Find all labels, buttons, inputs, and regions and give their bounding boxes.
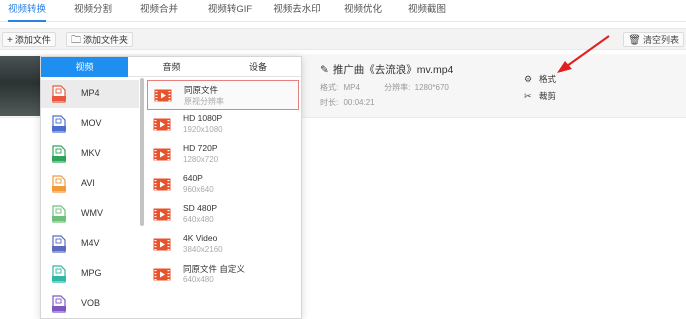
arrow-head	[557, 61, 572, 73]
format-item-label: MPG	[81, 268, 102, 278]
format-item-mkv[interactable]: MKV	[41, 140, 139, 168]
preset-name: 4K Video	[183, 233, 218, 243]
tab-video-split[interactable]: 视频分割	[70, 0, 116, 22]
preset-resolution: 1280x720	[183, 155, 219, 164]
format-item-mov[interactable]: MOV	[41, 110, 139, 138]
file-duration-info: 时长: 00:04:21	[320, 97, 375, 108]
file-name-text: 推广曲《去流浪》mv.mp4	[332, 64, 454, 76]
format-item-mp4[interactable]: MP4	[41, 80, 139, 108]
video-film-icon	[153, 208, 171, 221]
video-film-icon	[153, 178, 171, 191]
video-film-icon	[154, 89, 172, 102]
format-list: MP4 MOV MKV AVI WMV M4V MPG VOB	[41, 78, 141, 319]
preset-list: 同原文件原视分辨率 HD 1080P 1920x1080 HD 720P 1280x72…	[147, 78, 303, 319]
preset-name: HD 1080P	[183, 113, 223, 123]
tab-video-merge[interactable]: 视频合并	[136, 0, 182, 22]
add-file-button[interactable]: + 添加文件	[2, 32, 56, 47]
file-name[interactable]: ✎ 推广曲《去流浪》mv.mp4	[320, 62, 453, 77]
format-item-label: MKV	[81, 148, 101, 158]
file-format-icon	[52, 205, 66, 223]
top-tab-bar: 视频转换 视频分割 视频合并 视频转GIF 视频去水印 视频优化 视频截图	[0, 0, 686, 22]
add-file-label: 添加文件	[14, 35, 51, 45]
preset-name: 同原文件	[184, 85, 219, 95]
preset-resolution: 640x480	[183, 215, 214, 224]
duration-label: 时长:	[320, 98, 339, 107]
preset-item[interactable]: HD 720P 1280x720	[147, 140, 299, 170]
arrow-shaft	[566, 35, 610, 67]
video-film-icon	[153, 118, 171, 131]
preset-name: SD 480P	[183, 203, 218, 213]
trash-icon: 🗑	[628, 35, 641, 46]
preset-item[interactable]: 4K Video 3840x2160	[147, 230, 299, 260]
file-format-icon	[52, 295, 66, 313]
format-list-scrollbar[interactable]	[140, 78, 144, 226]
clear-list-button[interactable]: 🗑 清空列表	[623, 32, 684, 47]
file-format-icon	[52, 145, 66, 163]
preset-resolution: 960x640	[183, 185, 214, 194]
gear-icon: ⚙	[524, 74, 533, 84]
preset-item[interactable]: HD 1080P 1920x1080	[147, 110, 299, 140]
duration-value: 00:04:21	[343, 98, 375, 107]
format-item-vob[interactable]: VOB	[41, 290, 139, 318]
preset-name: 同原文件 自定义	[183, 264, 245, 274]
tab-video-screenshot[interactable]: 视频截图	[404, 0, 450, 22]
panel-tab-audio[interactable]: 音频	[128, 57, 215, 77]
tab-video-to-gif[interactable]: 视频转GIF	[202, 0, 258, 22]
resolution-label: 分辨率:	[384, 83, 411, 92]
format-dropdown-panel: 视频 音频 设备 MP4 MOV MKV AVI WMV M4V MPG VOB 同原文件原视…	[40, 56, 302, 319]
format-item-mpg[interactable]: MPG	[41, 260, 139, 288]
panel-tabs: 视频 音频 设备	[41, 57, 301, 77]
format-item-wmv[interactable]: WMV	[41, 200, 139, 228]
video-film-icon	[153, 238, 171, 251]
video-thumbnail[interactable]	[0, 56, 40, 116]
file-format-info: 格式: MP4 分辨率: 1280*670	[320, 82, 449, 93]
format-item-label: M4V	[81, 238, 100, 248]
video-film-icon	[153, 268, 171, 281]
cut-label: 裁剪	[539, 91, 557, 101]
format-label: 格式:	[320, 83, 339, 92]
clear-list-label: 清空列表	[642, 35, 679, 45]
format-item-label: WMV	[81, 208, 103, 218]
preset-resolution: 原视分辨率	[184, 97, 224, 106]
add-folder-button[interactable]: 🗀 添加文件夹	[66, 32, 134, 47]
file-format-icon	[52, 85, 66, 103]
edit-pencil-icon[interactable]: ✎	[320, 64, 329, 76]
preset-item[interactable]: 同原文件 原视分辨率	[147, 80, 299, 110]
plus-icon: +	[7, 35, 13, 46]
panel-tab-video[interactable]: 视频	[41, 57, 128, 77]
format-item-label: AVI	[81, 178, 95, 188]
cut-button[interactable]: ✂ 裁剪	[524, 90, 556, 102]
file-format-icon	[52, 175, 66, 193]
file-format-icon	[52, 235, 66, 253]
panel-tab-device[interactable]: 设备	[215, 57, 301, 77]
video-film-icon	[153, 148, 171, 161]
preset-name: 640P	[183, 173, 203, 183]
tab-remove-watermark[interactable]: 视频去水印	[268, 0, 326, 22]
preset-name: HD 720P	[183, 143, 218, 153]
scissors-icon: ✂	[524, 91, 532, 101]
format-item-label: MP4	[81, 88, 100, 98]
format-item-label: VOB	[81, 298, 101, 308]
file-format-icon	[52, 115, 66, 133]
resolution-value: 1280*670	[414, 83, 449, 92]
tab-video-optimize[interactable]: 视频优化	[340, 0, 386, 22]
preset-item[interactable]: 640P 960x640	[147, 170, 299, 200]
format-item-label: MOV	[81, 118, 102, 128]
file-format-icon	[52, 265, 66, 283]
add-folder-label: 添加文件夹	[83, 35, 129, 45]
preset-resolution: 640x480	[183, 275, 214, 284]
preset-item[interactable]: SD 480P 640x480	[147, 200, 299, 230]
preset-resolution: 1920x1080	[183, 125, 223, 134]
tab-video-convert[interactable]: 视频转换	[4, 0, 50, 22]
preset-item[interactable]: 同原文件 自定义 640x480	[147, 260, 299, 290]
format-item-avi[interactable]: AVI	[41, 170, 139, 198]
red-arrow-annotation	[557, 35, 610, 73]
format-value: MP4	[343, 83, 360, 92]
folder-icon: 🗀	[71, 35, 81, 46]
preset-resolution: 3840x2160	[183, 245, 223, 254]
format-item-m4v[interactable]: M4V	[41, 230, 139, 258]
